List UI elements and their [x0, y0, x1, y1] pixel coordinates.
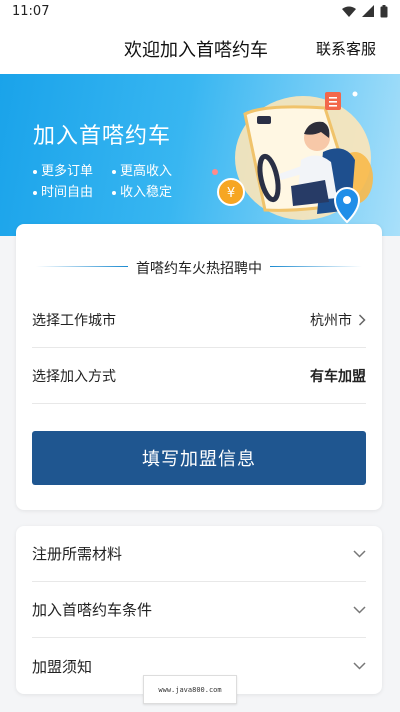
- city-label: 选择工作城市: [32, 312, 116, 329]
- app-header: 欢迎加入首嗒约车 联系客服: [0, 22, 400, 74]
- page-title: 欢迎加入首嗒约车: [124, 40, 268, 61]
- join-method-value: 有车加盟: [310, 368, 366, 385]
- status-time: 11:07: [12, 3, 50, 19]
- chevron-down-icon: [353, 549, 366, 558]
- status-bar: 11:07: [0, 0, 400, 22]
- promo-banner: 加入首嗒约车 更多订单 更高收入 时间自由 收入稳定 ¥: [0, 74, 400, 236]
- coin-icon: ¥: [217, 178, 245, 206]
- driver-illustration: ¥: [212, 91, 373, 224]
- city-select-row[interactable]: 选择工作城市 杭州市: [32, 292, 366, 348]
- faq-card: 注册所需材料 加入首嗒约车条件 加盟须知: [16, 526, 382, 694]
- chevron-down-icon: [353, 662, 366, 670]
- recruit-heading: 首嗒约车火热招聘中: [136, 261, 262, 277]
- faq-item-label: 加入首嗒约车条件: [32, 601, 153, 619]
- join-method-row[interactable]: 选择加入方式 有车加盟: [32, 348, 366, 404]
- signal-icon: [362, 5, 374, 17]
- contact-service-button[interactable]: 联系客服: [316, 38, 376, 59]
- chevron-right-icon: [358, 313, 366, 326]
- join-method-label: 选择加入方式: [32, 368, 116, 385]
- banner-feature: 收入稳定: [112, 181, 172, 200]
- banner-feature: 更高收入: [112, 160, 172, 179]
- faq-item-conditions[interactable]: 加入首嗒约车条件: [32, 582, 366, 638]
- banner-feature: 时间自由: [33, 181, 93, 200]
- banner-feature: 更多订单: [33, 160, 93, 179]
- status-icons: [342, 4, 388, 18]
- banner-title: 加入首嗒约车: [33, 124, 172, 149]
- city-value-text: 杭州市: [310, 312, 352, 329]
- faq-item-label: 注册所需材料: [32, 545, 123, 563]
- wifi-icon: [342, 6, 356, 17]
- heading-divider-right: [270, 266, 362, 267]
- coin-symbol: ¥: [227, 186, 235, 201]
- recruit-card: 首嗒约车火热招聘中 选择工作城市 杭州市 选择加入方式 有车加盟 填写加盟信息: [16, 224, 382, 510]
- faq-item-materials[interactable]: 注册所需材料: [32, 526, 366, 582]
- fill-info-button[interactable]: 填写加盟信息: [32, 431, 366, 485]
- faq-item-label: 加盟须知: [32, 657, 93, 676]
- watermark: www.java800.com: [143, 675, 237, 704]
- document-icon: [325, 92, 341, 110]
- city-value: 杭州市: [310, 310, 366, 330]
- location-pin-icon: [333, 187, 361, 224]
- battery-icon: [380, 4, 388, 17]
- chevron-down-icon: [353, 605, 366, 614]
